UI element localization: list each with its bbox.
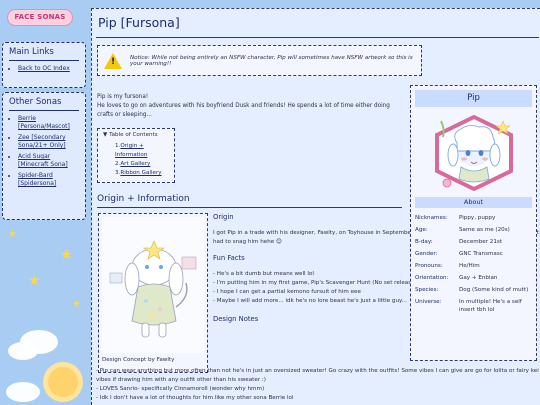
- site-logo[interactable]: FACE SONAS: [7, 9, 73, 26]
- info-table: Nicknames: Pippy, puppy Age: Same as me (2…: [411, 212, 536, 316]
- main-links-heading: Main Links: [9, 47, 79, 61]
- design-concept-image[interactable]: [102, 217, 204, 353]
- info-row: Orientation: Gay + Enbian: [415, 275, 498, 281]
- design-concept-figure: Design Concept by Fawlty: [98, 213, 208, 373]
- title-divider: [96, 37, 539, 38]
- cloud-decoration: [6, 382, 40, 402]
- list-item: - Pip can wear anything but more often t…: [96, 368, 539, 383]
- toc-item: 1.Origin + Information: [115, 143, 148, 158]
- toc-heading: Table of Contents: [109, 132, 158, 138]
- triangle-down-icon[interactable]: ▼: [103, 132, 107, 138]
- info-row: Pronouns: He/Him: [415, 263, 480, 269]
- star-decoration: ★: [60, 247, 73, 263]
- link-sona-spider-bard[interactable]: Spider-Bard [Spidersona]: [18, 172, 56, 187]
- toc-item: 2.Art Gallery: [115, 161, 151, 167]
- about-header: About: [415, 197, 532, 208]
- link-sona-berrie[interactable]: Berrie [Persona/Mascot]: [18, 115, 70, 130]
- section-heading-origin: Origin + Information: [97, 194, 402, 208]
- character-portrait[interactable]: [431, 114, 517, 192]
- info-row: Universe: In multiple! He's a self insert…: [415, 299, 522, 313]
- link-sona-zee[interactable]: Zee [Secondary Sona/21+ Only]: [18, 134, 66, 149]
- star-decoration: ★: [72, 299, 81, 310]
- main-links-box: Main Links Back to OC Index: [2, 42, 86, 88]
- design-caption: Design Concept by Fawlty: [102, 357, 175, 363]
- warning-triangle-icon: !: [104, 52, 122, 69]
- infobox-title: Pip: [415, 90, 532, 107]
- sun-decoration: [48, 367, 78, 397]
- character-infobox: Pip About Nicknames: Pippy, puppy Age: S…: [410, 85, 537, 361]
- cloud-decoration: [8, 342, 38, 360]
- main-content: Pip [Fursona] ! Notice: While not being …: [91, 8, 540, 405]
- link-back-to-oc-index[interactable]: Back to OC Index: [18, 65, 70, 72]
- info-row: Gender: GNC Transmasc: [415, 251, 503, 257]
- design-notes-list: - Pip can wear anything but more often t…: [96, 367, 539, 403]
- notice-text: Notice: While not being entirely an NSFW…: [130, 54, 413, 67]
- toc-item: 3.Ribbon Gallery: [115, 170, 162, 176]
- intro-line: Pip is my fursona!: [97, 94, 149, 100]
- intro-line: He loves to go on adventures with his bo…: [97, 103, 390, 118]
- info-row: Species: Dog (Some kind of mutt): [415, 287, 529, 293]
- list-item: - LOVES Sanrio- specifically Cinnamoroll…: [96, 386, 265, 392]
- table-of-contents: ▼ Table of Contents 1.Origin + Informati…: [97, 128, 175, 183]
- toc-link-art-gallery[interactable]: Art Gallery: [120, 161, 150, 167]
- toc-header[interactable]: ▼ Table of Contents: [103, 132, 169, 138]
- toc-link-ribbon-gallery[interactable]: Ribbon Gallery: [120, 170, 161, 176]
- intro-text: Pip is my fursona! He loves to go on adv…: [97, 93, 397, 120]
- star-decoration: ★: [8, 229, 17, 240]
- star-decoration: ★: [28, 273, 41, 289]
- page-title: Pip [Fursona]: [98, 15, 180, 30]
- other-sonas-box: Other Sonas Berrie [Persona/Mascot] Zee …: [2, 92, 86, 220]
- list-item: - Idk I don't have a lot of thoughts for…: [96, 395, 294, 401]
- nsfw-notice: ! Notice: While not being entirely an NS…: [97, 45, 422, 76]
- toc-link-origin[interactable]: Origin + Information: [115, 143, 147, 158]
- link-sona-acid-sugar[interactable]: Acid Sugar [Minecraft Sona]: [18, 153, 68, 168]
- other-sonas-heading: Other Sonas: [9, 97, 79, 111]
- info-row: Nicknames: Pippy, puppy: [415, 215, 496, 221]
- info-row: Age: Same as me (20s): [415, 227, 510, 233]
- info-row: B-day: December 21st: [415, 239, 503, 245]
